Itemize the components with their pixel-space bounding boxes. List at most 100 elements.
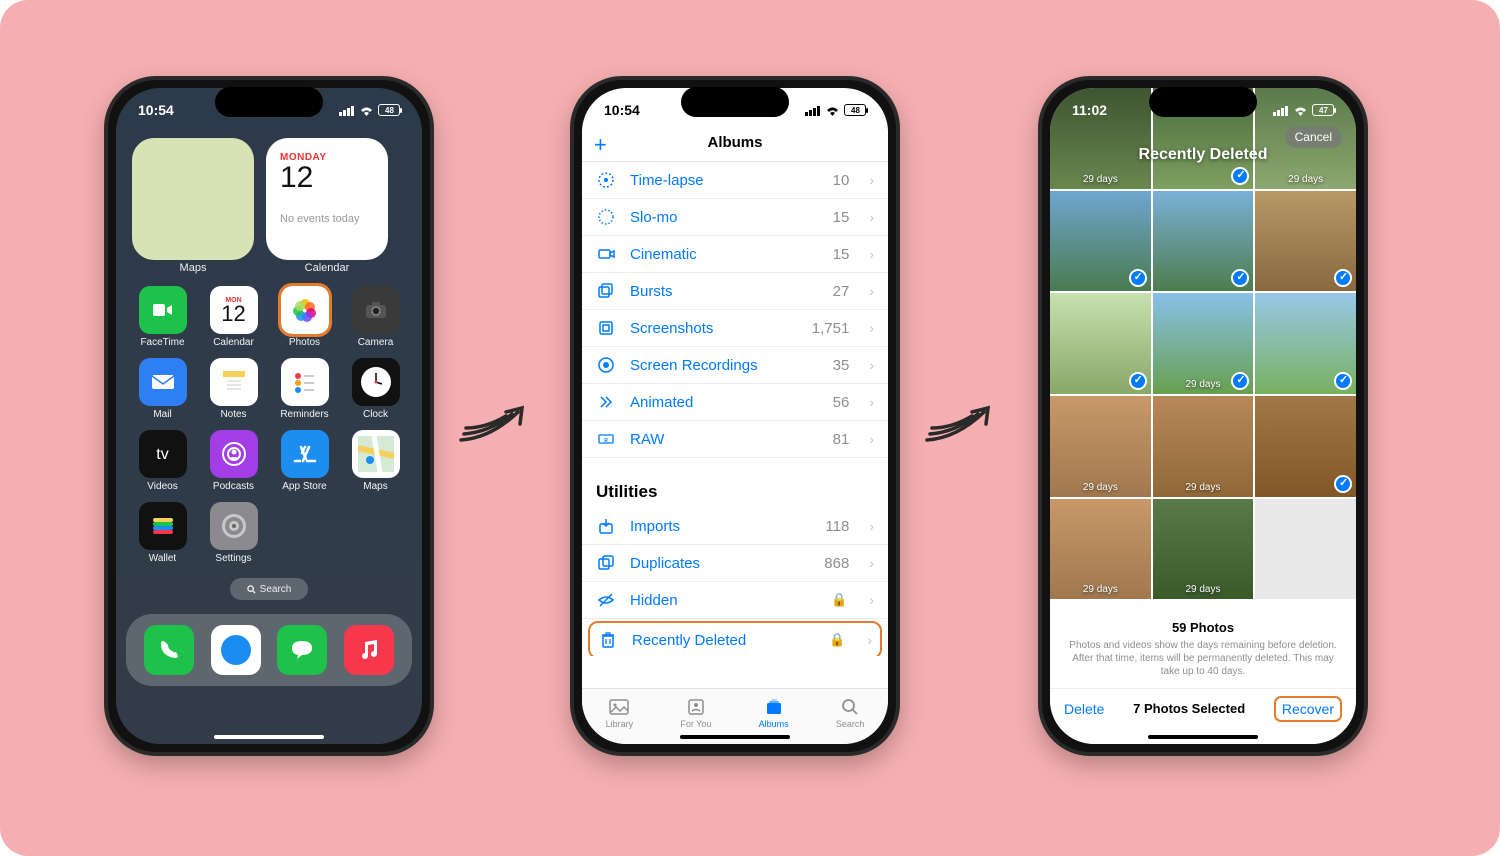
search-pill[interactable]: Search: [230, 578, 308, 600]
app-mail[interactable]: Mail: [128, 354, 197, 424]
app-videos[interactable]: 🣿tv Videos: [128, 426, 197, 496]
widget-calendar-label: Calendar: [266, 262, 388, 274]
days-remaining: 29 days: [1153, 584, 1254, 595]
app-label: Calendar: [213, 337, 254, 348]
app-calendar[interactable]: MON12 Calendar: [199, 282, 268, 352]
album-icon: [596, 590, 616, 610]
chevron-right-icon: ›: [863, 555, 874, 571]
app-label: App Store: [282, 481, 326, 492]
dock-app-phone[interactable]: [144, 625, 194, 675]
album-row-bursts[interactable]: Bursts 27 ›: [582, 273, 888, 310]
album-row-screenshots[interactable]: Screenshots 1,751 ›: [582, 310, 888, 347]
app-reminders[interactable]: Reminders: [270, 354, 339, 424]
chevron-right-icon: ›: [863, 172, 874, 188]
photo-thumbnail[interactable]: [1050, 191, 1151, 292]
tab-albums[interactable]: Albums: [759, 697, 789, 729]
description: Photos and videos show the days remainin…: [1050, 635, 1356, 688]
tab-library[interactable]: Library: [606, 697, 634, 729]
album-count: 15: [833, 246, 850, 263]
app-photos[interactable]: Photos: [270, 282, 339, 352]
dock-app-safari[interactable]: [211, 625, 261, 675]
selection-count: 7 Photos Selected: [1133, 701, 1245, 716]
album-count: 56: [833, 394, 850, 411]
bottom-panel: 59 Photos Photos and videos show the day…: [1050, 610, 1356, 744]
section-header-utilities: Utilities: [582, 458, 888, 508]
widget-maps[interactable]: [132, 138, 254, 260]
album-row-raw[interactable]: R RAW 81 ›: [582, 421, 888, 458]
widget-calendar[interactable]: MONDAY 12 No events today: [266, 138, 388, 260]
status-bar: 11:02 47: [1050, 88, 1356, 132]
nav-title: Albums: [707, 134, 762, 151]
app-label: FaceTime: [140, 337, 184, 348]
album-icon: [598, 630, 618, 650]
photo-thumbnail[interactable]: 29 days: [1153, 396, 1254, 497]
album-label: Hidden: [630, 592, 817, 609]
album-label: Imports: [630, 518, 811, 535]
photo-thumbnail[interactable]: 29 days: [1153, 499, 1254, 600]
photo-thumbnail[interactable]: [1255, 396, 1356, 497]
selected-check-icon: [1334, 372, 1352, 390]
app-camera[interactable]: Camera: [341, 282, 410, 352]
delete-button[interactable]: Delete: [1064, 701, 1104, 717]
home-indicator[interactable]: [214, 735, 324, 739]
photo-thumbnail[interactable]: 29 days: [1050, 396, 1151, 497]
album-row-slo-mo[interactable]: Slo-mo 15 ›: [582, 199, 888, 236]
lock-icon: 🔒: [829, 632, 847, 648]
chevron-right-icon: ›: [863, 320, 874, 336]
nav-header: + Albums: [582, 132, 888, 162]
photo-thumbnail[interactable]: [1255, 293, 1356, 394]
home-indicator[interactable]: [1148, 735, 1258, 739]
chevron-right-icon: ›: [863, 283, 874, 299]
album-list[interactable]: Time-lapse 10 › Slo-mo 15 › Cinematic 15…: [582, 162, 888, 656]
photo-thumbnail[interactable]: 29 days: [1050, 499, 1151, 600]
album-row-hidden[interactable]: Hidden 🔒 ›: [582, 582, 888, 619]
widget-maps-label: Maps: [132, 262, 254, 274]
status-time: 11:02: [1072, 102, 1107, 118]
tab-icon: [607, 697, 631, 717]
app-label: Podcasts: [213, 481, 254, 492]
photo-thumbnail[interactable]: [1255, 191, 1356, 292]
phone-albums: 10:54 48 + Albums Time-lapse 10 › Slo-mo…: [570, 76, 900, 756]
album-row-cinematic[interactable]: Cinematic 15 ›: [582, 236, 888, 273]
photo-thumbnail[interactable]: 29 days: [1153, 293, 1254, 394]
photo-thumbnail[interactable]: [1050, 293, 1151, 394]
dock-app-messages[interactable]: [277, 625, 327, 675]
album-count: 118: [825, 518, 849, 535]
album-row-time-lapse[interactable]: Time-lapse 10 ›: [582, 162, 888, 199]
app-label: Maps: [363, 481, 387, 492]
photo-thumbnail[interactable]: [1153, 191, 1254, 292]
album-label: Bursts: [630, 283, 819, 300]
wifi-icon: [1293, 105, 1308, 116]
tab-search[interactable]: Search: [836, 697, 865, 729]
album-label: Animated: [630, 394, 819, 411]
app-wallet[interactable]: Wallet: [128, 498, 197, 568]
album-row-recently-deleted[interactable]: Recently Deleted 🔒 ›: [588, 621, 882, 656]
album-row-animated[interactable]: Animated 56 ›: [582, 384, 888, 421]
chevron-right-icon: ›: [863, 592, 874, 608]
album-count: 1,751: [812, 320, 850, 337]
app-facetime[interactable]: FaceTime: [128, 282, 197, 352]
dock-app-music[interactable]: [344, 625, 394, 675]
album-row-duplicates[interactable]: Duplicates 868 ›: [582, 545, 888, 582]
app-label: Videos: [147, 481, 177, 492]
phone-recently-deleted: 29 days 29 days 29 d: [1038, 76, 1368, 756]
photo-thumbnail[interactable]: [1255, 499, 1356, 600]
album-label: Screenshots: [630, 320, 798, 337]
app-notes[interactable]: Notes: [199, 354, 268, 424]
add-button[interactable]: +: [594, 132, 607, 158]
home-indicator[interactable]: [680, 735, 790, 739]
album-row-imports[interactable]: Imports 118 ›: [582, 508, 888, 545]
app-app-store[interactable]: App Store: [270, 426, 339, 496]
app-podcasts[interactable]: Podcasts: [199, 426, 268, 496]
album-row-screen-recordings[interactable]: Screen Recordings 35 ›: [582, 347, 888, 384]
app-maps[interactable]: Maps: [341, 426, 410, 496]
page-title: Recently Deleted: [1050, 146, 1356, 164]
selected-check-icon: [1129, 269, 1147, 287]
app-settings[interactable]: Settings: [199, 498, 268, 568]
battery-icon: 48: [378, 104, 400, 116]
app-clock[interactable]: Clock: [341, 354, 410, 424]
app-label: Clock: [363, 409, 388, 420]
recover-button[interactable]: Recover: [1274, 696, 1342, 722]
svg-text:R: R: [604, 438, 608, 444]
tab-for-you[interactable]: For You: [680, 697, 711, 729]
